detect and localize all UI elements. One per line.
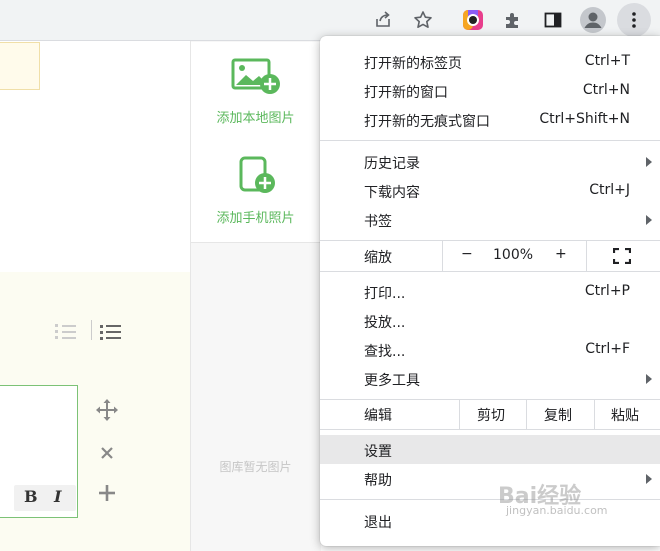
- side-panel-icon[interactable]: [539, 6, 567, 34]
- edit-label: 编辑: [364, 408, 392, 424]
- menu-item-label: 退出: [364, 515, 392, 531]
- menu-item-label: 下载内容: [364, 185, 420, 201]
- menu-item-history[interactable]: 历史记录: [320, 147, 660, 176]
- menu-item-incognito[interactable]: 打开新的无痕式窗口 Ctrl+Shift+N: [320, 105, 660, 134]
- add-phone-icon: [231, 156, 281, 200]
- menu-item-label: 打开新的无痕式窗口: [364, 114, 490, 130]
- menu-item-downloads[interactable]: 下载内容 Ctrl+J: [320, 176, 660, 205]
- unordered-list-icon[interactable]: [99, 322, 123, 346]
- browser-menu: 打开新的标签页 Ctrl+T 打开新的窗口 Ctrl+N 打开新的无痕式窗口 C…: [320, 36, 660, 546]
- menu-item-label: 查找...: [364, 344, 406, 360]
- submenu-arrow-icon: [646, 374, 652, 384]
- copy-button[interactable]: 复制: [544, 405, 572, 425]
- more-vert-icon[interactable]: [620, 6, 648, 34]
- toolbar-divider: [91, 320, 92, 340]
- menu-zoom-row: 缩放 − 100% +: [320, 241, 660, 271]
- move-icon[interactable]: [96, 399, 118, 421]
- menu-separator: [320, 140, 660, 141]
- menu-item-bookmarks[interactable]: 书签: [320, 205, 660, 234]
- menu-item-label: 书签: [364, 214, 392, 230]
- menu-item-shortcut: Ctrl+N: [582, 82, 630, 98]
- close-icon[interactable]: [96, 442, 118, 464]
- add-local-image-button[interactable]: 添加本地图片: [191, 42, 320, 143]
- menu-item-new-window[interactable]: 打开新的窗口 Ctrl+N: [320, 76, 660, 105]
- menu-item-exit[interactable]: 退出: [320, 506, 660, 535]
- ordered-list-icon[interactable]: [54, 322, 78, 346]
- menu-item-label: 打开新的窗口: [364, 85, 448, 101]
- add-icon[interactable]: [96, 482, 118, 504]
- watermark-url: jingyan.baidu.com: [506, 504, 608, 517]
- cut-button[interactable]: 剪切: [477, 405, 505, 425]
- share-icon[interactable]: [369, 6, 397, 34]
- menu-item-settings[interactable]: 设置: [320, 435, 660, 464]
- menu-item-label: 投放...: [364, 315, 406, 331]
- menu-item-shortcut: Ctrl+P: [584, 283, 630, 299]
- menu-item-shortcut: Ctrl+Shift+N: [539, 111, 630, 127]
- fullscreen-icon[interactable]: [612, 247, 632, 268]
- profile-avatar-icon[interactable]: [579, 6, 607, 34]
- zoom-label: 缩放: [364, 250, 392, 266]
- zoom-in-button[interactable]: +: [555, 246, 567, 262]
- browser-toolbar: [0, 0, 660, 41]
- menu-separator: [320, 271, 660, 272]
- menu-item-label: 历史记录: [364, 156, 420, 172]
- submenu-arrow-icon: [646, 157, 652, 167]
- menu-item-print[interactable]: 打印... Ctrl+P: [320, 277, 660, 306]
- add-image-icon: [231, 56, 281, 100]
- italic-button[interactable]: I: [54, 487, 61, 506]
- menu-item-label: 更多工具: [364, 373, 420, 389]
- colorful-extension-icon[interactable]: [459, 6, 487, 34]
- edit-divider: [594, 399, 595, 429]
- menu-item-help[interactable]: 帮助: [320, 464, 660, 493]
- zoom-value: 100%: [493, 247, 534, 263]
- menu-item-cast[interactable]: 投放...: [320, 306, 660, 335]
- menu-item-new-tab[interactable]: 打开新的标签页 Ctrl+T: [320, 47, 660, 76]
- menu-item-more-tools[interactable]: 更多工具: [320, 364, 660, 393]
- menu-item-shortcut: Ctrl+J: [589, 182, 630, 198]
- puzzle-extensions-icon[interactable]: [499, 6, 527, 34]
- menu-item-label: 帮助: [364, 473, 392, 489]
- edit-divider: [526, 399, 527, 429]
- notice-box: [0, 42, 40, 90]
- menu-item-find[interactable]: 查找... Ctrl+F: [320, 335, 660, 364]
- bold-button[interactable]: B: [24, 487, 38, 506]
- menu-separator: [320, 499, 660, 500]
- menu-item-label: 打印...: [364, 286, 406, 302]
- add-phone-photo-button[interactable]: 添加手机照片: [191, 142, 320, 243]
- edit-divider: [459, 399, 460, 429]
- gallery-empty-label: 图库暂无图片: [219, 460, 292, 474]
- star-icon[interactable]: [409, 6, 437, 34]
- submenu-arrow-icon: [646, 215, 652, 225]
- menu-item-shortcut: Ctrl+F: [585, 341, 630, 357]
- menu-item-shortcut: Ctrl+T: [584, 53, 630, 69]
- menu-separator: [320, 429, 660, 430]
- menu-edit-row: 编辑 剪切 复制 粘贴: [320, 399, 660, 429]
- zoom-out-button[interactable]: −: [461, 246, 473, 262]
- add-local-image-label: 添加本地图片: [216, 111, 295, 126]
- paste-button[interactable]: 粘贴: [611, 405, 639, 425]
- submenu-arrow-icon: [646, 474, 652, 484]
- menu-item-label: 打开新的标签页: [364, 56, 462, 72]
- menu-item-label: 设置: [364, 444, 392, 460]
- add-phone-photo-label: 添加手机照片: [216, 211, 295, 226]
